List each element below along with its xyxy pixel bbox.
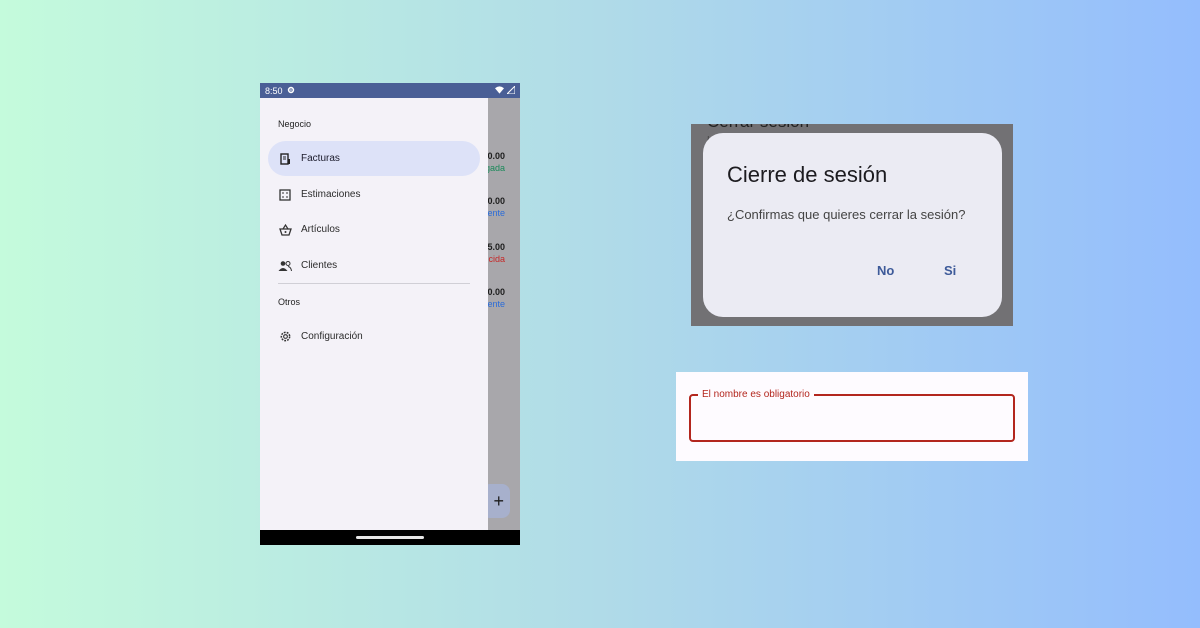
receipt-icon [278, 152, 292, 166]
drawer-item-label: Facturas [301, 153, 340, 164]
invoice-status: ente [487, 208, 505, 218]
list-item[interactable]: 5.00 cida [487, 241, 505, 265]
drawer-item-facturas[interactable]: Facturas [268, 141, 480, 176]
no-button[interactable]: No [877, 263, 894, 278]
status-bar: 8:50 [260, 83, 520, 98]
drawer-divider [278, 283, 470, 284]
drawer-item-clientes[interactable]: Clientes [268, 248, 480, 283]
basket-icon [278, 223, 292, 237]
dialog-message: ¿Confirmas que quieres cerrar la sesión? [727, 207, 966, 222]
phone-screenshot: 8:50 0.00 gada 0.00 ente 5.00 cida 0.00 … [260, 83, 520, 545]
invoice-amount: 0.00 [487, 196, 505, 206]
background-invoice-list: 0.00 gada 0.00 ente 5.00 cida 0.00 ente [485, 98, 520, 530]
error-label: El nombre es obligatorio [698, 389, 814, 401]
drawer-item-label: Estimaciones [301, 189, 361, 200]
invoice-amount: 0.00 [487, 287, 505, 297]
settings-status-icon [287, 86, 295, 96]
gear-icon [278, 330, 292, 344]
background-title: Cerrar sesión [707, 124, 809, 132]
drawer-section-otros: Otros [278, 297, 301, 307]
navigation-drawer: Negocio Facturas Estimaciones Artículos [260, 98, 488, 530]
name-input[interactable] [689, 394, 1015, 442]
dialog-title: Cierre de sesión [727, 162, 888, 187]
text-field-error-screenshot: El nombre es obligatorio [676, 372, 1028, 461]
drawer-section-negocio: Negocio [278, 119, 312, 129]
battery-icon [505, 84, 516, 96]
calculator-icon [278, 188, 292, 202]
wifi-icon [495, 85, 504, 96]
people-icon [278, 259, 292, 273]
invoice-status: ente [487, 299, 505, 309]
app-screen: 0.00 gada 0.00 ente 5.00 cida 0.00 ente … [260, 98, 520, 530]
home-gesture-handle[interactable] [356, 536, 424, 539]
drawer-item-articulos[interactable]: Artículos [268, 212, 480, 247]
drawer-item-estimaciones[interactable]: Estimaciones [268, 177, 480, 212]
logout-dialog: Cierre de sesión ¿Confirmas que quieres … [703, 133, 1002, 317]
yes-button[interactable]: Si [944, 263, 956, 278]
status-time: 8:50 [265, 85, 283, 96]
invoice-status: cida [488, 254, 505, 264]
drawer-item-label: Clientes [301, 260, 338, 271]
list-item[interactable]: 0.00 ente [487, 195, 505, 219]
system-nav-bar [260, 530, 520, 545]
drawer-item-label: Artículos [301, 224, 340, 235]
drawer-item-configuracion[interactable]: Configuración [268, 319, 480, 354]
drawer-item-label: Configuración [301, 331, 363, 342]
list-item[interactable]: 0.00 ente [487, 286, 505, 310]
invoice-amount: 5.00 [487, 242, 505, 252]
logout-dialog-screenshot: Cerrar sesión j Cierre de sesión ¿Confir… [691, 124, 1013, 326]
